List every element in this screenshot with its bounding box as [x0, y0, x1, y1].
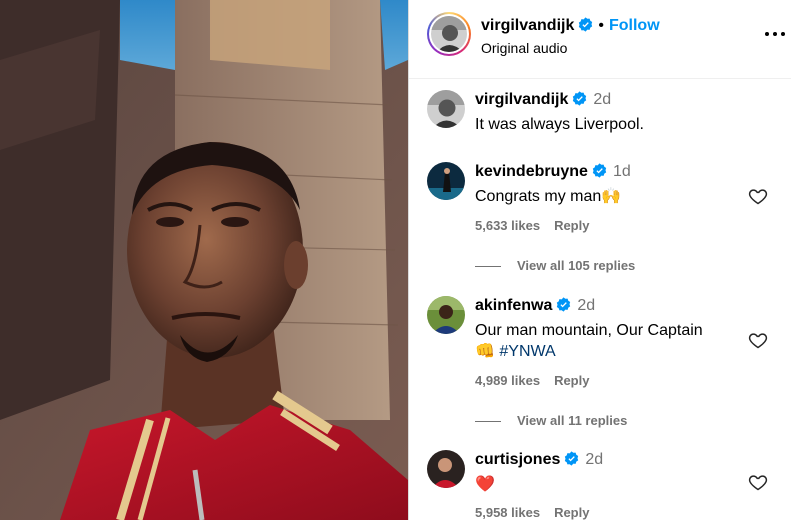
original-audio-link[interactable]: Original audio	[481, 40, 567, 56]
author-avatar[interactable]	[431, 16, 467, 52]
comment-header: curtisjones 2d	[475, 451, 603, 469]
replies-line	[475, 266, 501, 268]
comment-header: akinfenwa 2d	[475, 297, 595, 315]
comment-text: ❤️	[475, 474, 755, 495]
comment-time[interactable]: 2d	[585, 451, 603, 468]
comment-meta: 4,989 likes Reply	[475, 373, 603, 388]
comment-username[interactable]: kevindebruyne	[475, 163, 588, 180]
verified-badge-icon	[592, 163, 607, 178]
author-avatar-story-ring[interactable]	[427, 12, 471, 56]
comment-avatar[interactable]	[427, 450, 465, 488]
heart-icon[interactable]	[748, 330, 768, 350]
comment-username[interactable]: virgilvandijk	[475, 91, 568, 108]
verified-badge-icon	[565, 451, 579, 466]
comment-header: virgilvandijk 2d	[475, 91, 611, 109]
comment-text-body: Our man mountain, Our Captain	[475, 322, 703, 339]
heart-icon[interactable]	[748, 472, 768, 492]
post-header: virgilvandijk • Follow Original audio	[409, 0, 791, 79]
more-options-icon[interactable]	[765, 29, 785, 39]
hashtag-link[interactable]: #YNWA	[499, 343, 555, 360]
post-photo	[0, 0, 408, 520]
comment-meta: 5,633 likes Reply	[475, 218, 603, 233]
comment-time[interactable]: 2d	[577, 297, 595, 314]
post-details-panel: virgilvandijk • Follow Original audio virg…	[409, 0, 791, 520]
view-replies-button[interactable]: View all 105 replies	[475, 258, 635, 273]
follow-button[interactable]: Follow	[609, 17, 660, 34]
view-replies-label[interactable]: View all 105 replies	[517, 258, 635, 273]
author-line: virgilvandijk • Follow	[481, 17, 660, 35]
comment-avatar[interactable]	[427, 296, 465, 334]
heart-icon[interactable]	[748, 186, 768, 206]
red-heart-emoji: ❤️	[475, 476, 495, 493]
comment-likes[interactable]: 4,989 likes	[475, 373, 540, 388]
comment-likes[interactable]: 5,633 likes	[475, 218, 540, 233]
comment-time[interactable]: 1d	[613, 163, 631, 180]
comment-username[interactable]: akinfenwa	[475, 297, 552, 314]
separator-dot: •	[598, 17, 604, 34]
comment-username[interactable]: curtisjones	[475, 451, 560, 468]
reply-button[interactable]: Reply	[554, 505, 589, 520]
verified-badge-icon	[557, 297, 571, 312]
comment-text: Our man mountain, Our Captain 👊 #YNWA	[475, 320, 755, 362]
replies-line	[475, 421, 501, 423]
author-username[interactable]: virgilvandijk	[481, 17, 574, 34]
view-replies-label[interactable]: View all 11 replies	[517, 413, 627, 428]
comment-time[interactable]: 2d	[593, 91, 611, 108]
comment-text: Congrats my man🙌	[475, 186, 755, 207]
raising-hands-emoji: 🙌	[601, 188, 622, 205]
comment-header: kevindebruyne 1d	[475, 163, 631, 181]
reply-button[interactable]: Reply	[554, 218, 589, 233]
comment-avatar[interactable]	[427, 162, 465, 200]
comment-text: It was always Liverpool.	[475, 116, 644, 133]
comment-meta: 5,958 likes Reply	[475, 505, 603, 520]
verified-badge-icon	[573, 91, 587, 106]
reply-button[interactable]: Reply	[554, 373, 589, 388]
caption-avatar[interactable]	[427, 90, 465, 128]
fist-emoji: 👊	[475, 343, 495, 360]
comment-likes[interactable]: 5,958 likes	[475, 505, 540, 520]
verified-badge-icon	[579, 17, 593, 32]
view-replies-button[interactable]: View all 11 replies	[475, 413, 627, 428]
post-media[interactable]	[0, 0, 408, 520]
comment-text-body: Congrats my man	[475, 188, 602, 205]
